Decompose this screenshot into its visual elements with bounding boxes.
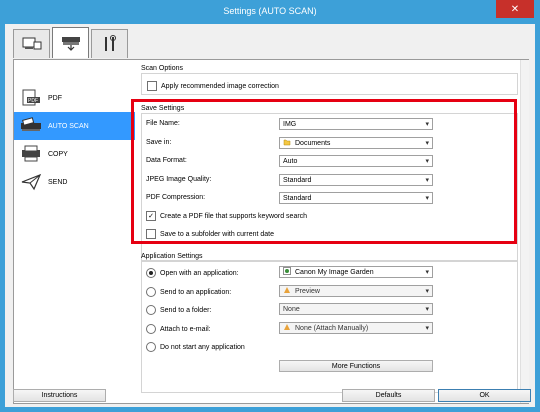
window-title: Settings (AUTO SCAN) <box>223 6 317 16</box>
scanner-tab-icon <box>61 37 80 51</box>
nav-item-auto-scan[interactable]: AUTO SCAN <box>14 112 136 140</box>
chevron-down-icon: ▾ <box>425 325 429 332</box>
scanner-pc-icon <box>22 37 41 50</box>
send-folder-value: None <box>283 305 300 313</box>
open-app-combo[interactable]: Canon My Image Garden ▾ <box>279 266 433 278</box>
send-folder-label: Send to a folder: <box>160 306 212 314</box>
no-app-label: Do not start any application <box>160 343 245 351</box>
send-app-combo[interactable]: Preview ▾ <box>279 285 433 297</box>
nav-item-copy[interactable]: COPY <box>14 140 136 168</box>
ok-label: OK <box>479 392 490 399</box>
no-app-radio[interactable] <box>146 342 156 352</box>
send-folder-combo[interactable]: None ▾ <box>279 303 433 315</box>
nav-label: COPY <box>48 150 68 158</box>
settings-window: Settings (AUTO SCAN) ✕ PDF PDF AUTO SCAN… <box>0 0 540 412</box>
preview-icon <box>283 286 291 296</box>
title-bar: Settings (AUTO SCAN) ✕ <box>0 0 540 22</box>
vertical-scrollbar[interactable] <box>520 60 529 403</box>
attach-email-value: None (Attach Manually) <box>295 324 369 332</box>
send-app-radio[interactable] <box>146 287 156 297</box>
nav-label: AUTO SCAN <box>48 122 89 130</box>
scan-mode-list: PDF PDF AUTO SCAN COPY SEND <box>13 59 137 404</box>
nav-label: PDF <box>48 94 62 102</box>
more-functions-label: More Functions <box>331 362 381 370</box>
close-icon: ✕ <box>510 3 520 15</box>
attach-email-label: Attach to e-mail: <box>160 325 211 333</box>
email-app-icon <box>283 323 291 333</box>
tools-icon <box>104 35 116 51</box>
nav-item-send[interactable]: SEND <box>14 168 136 196</box>
close-button[interactable]: ✕ <box>496 0 534 18</box>
chevron-down-icon: ▾ <box>425 288 429 295</box>
apply-correction-label: Apply recommended image correction <box>161 82 279 90</box>
scan-options-title: Scan Options <box>141 65 184 72</box>
tab-scan-from-operation-panel[interactable] <box>52 27 89 58</box>
attach-email-radio[interactable] <box>146 324 156 334</box>
nav-item-pdf[interactable]: PDF PDF <box>14 84 136 112</box>
open-app-row[interactable]: Open with an application: <box>146 268 239 278</box>
open-app-radio[interactable] <box>146 268 156 278</box>
open-app-label: Open with an application: <box>160 269 239 277</box>
tab-scan-from-computer[interactable] <box>13 29 50 58</box>
nav-label: SEND <box>48 178 68 186</box>
attach-email-combo[interactable]: None (Attach Manually) ▾ <box>279 322 433 334</box>
send-folder-row[interactable]: Send to a folder: <box>146 305 211 315</box>
pdf-icon: PDF <box>14 88 48 108</box>
chevron-down-icon: ▾ <box>425 269 429 276</box>
defaults-label: Defaults <box>375 392 402 399</box>
svg-text:PDF: PDF <box>28 98 38 104</box>
tab-general-settings[interactable] <box>91 29 128 58</box>
image-garden-icon <box>283 267 291 277</box>
more-functions-button[interactable]: More Functions <box>279 360 433 372</box>
tab-strip <box>13 27 130 59</box>
no-app-row[interactable]: Do not start any application <box>146 342 245 352</box>
send-app-label: Send to an application: <box>160 288 232 296</box>
send-icon <box>14 172 48 192</box>
auto-scan-icon <box>14 116 48 136</box>
highlight-box <box>131 99 517 244</box>
defaults-button[interactable]: Defaults <box>342 389 435 402</box>
send-app-value: Preview <box>295 287 320 295</box>
open-app-value: Canon My Image Garden <box>295 268 374 276</box>
app-settings-title: Application Settings <box>141 253 203 260</box>
copy-icon <box>14 144 48 164</box>
apply-correction-checkbox[interactable] <box>147 81 157 91</box>
instructions-button[interactable]: Instructions <box>13 389 106 402</box>
attach-email-row[interactable]: Attach to e-mail: <box>146 324 211 334</box>
send-folder-radio[interactable] <box>146 305 156 315</box>
apply-correction-row[interactable]: Apply recommended image correction <box>147 81 279 91</box>
ok-button[interactable]: OK <box>438 389 531 402</box>
chevron-down-icon: ▾ <box>425 306 429 313</box>
instructions-label: Instructions <box>41 392 78 399</box>
send-app-row[interactable]: Send to an application: <box>146 287 231 297</box>
